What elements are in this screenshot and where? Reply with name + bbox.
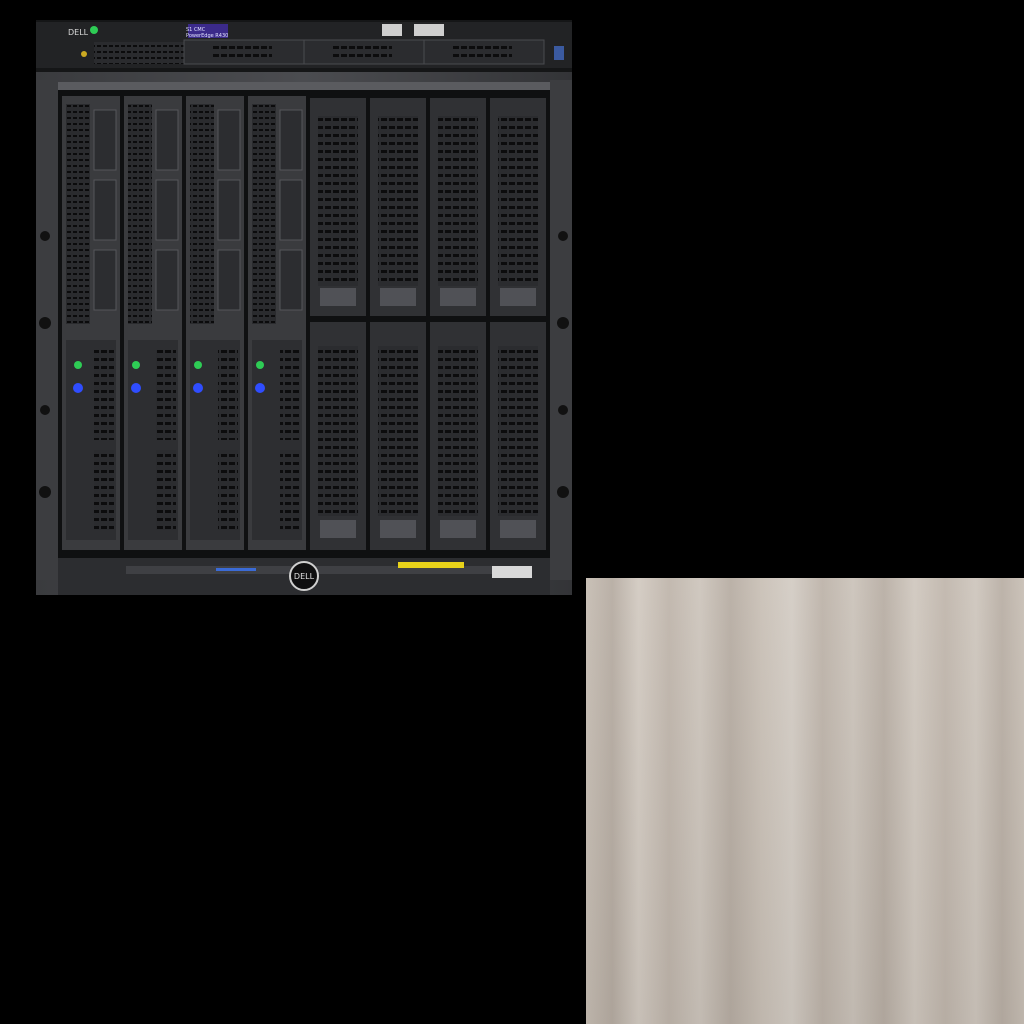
chassis-logo-text: DELL — [294, 572, 315, 581]
slot-blank-7 — [430, 322, 486, 550]
slot-blank-2 — [370, 98, 426, 316]
slot-blank-1 — [310, 98, 366, 316]
blade-server-4 — [248, 96, 306, 550]
slot-blank-4 — [490, 98, 546, 316]
server-rack-photo: DELL S1 CMC PowerEdge R430 DELL — [36, 20, 572, 595]
blade-server-1 — [62, 96, 120, 550]
slot-blank-3 — [430, 98, 486, 316]
blade-server-3 — [186, 96, 244, 550]
top-server-lcd-line2: PowerEdge R430 — [186, 33, 228, 39]
slot-blank-8 — [490, 322, 546, 550]
blade-server-2 — [124, 96, 182, 550]
fabric-texture-image — [586, 578, 1024, 1024]
slot-blank-6 — [370, 322, 426, 550]
slot-blank-5 — [310, 322, 366, 550]
top-server-brand: DELL — [68, 28, 89, 37]
top-rack-server — [36, 20, 572, 72]
